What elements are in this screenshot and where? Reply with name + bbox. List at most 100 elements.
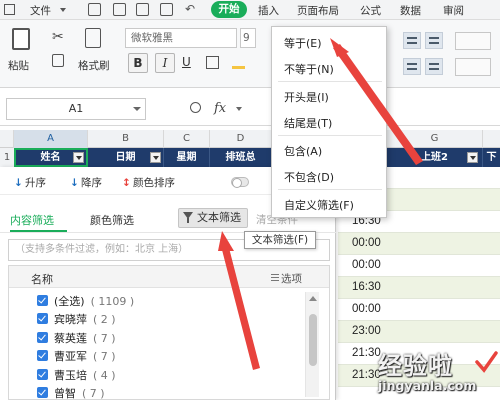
tab-page-layout[interactable]: 页面布局 [297,3,339,18]
menu-file[interactable]: 文件 [30,3,51,18]
checkbox-checked-icon[interactable] [37,387,48,398]
header-week-cell[interactable]: 星期 [164,148,210,167]
tab-formulas[interactable]: 公式 [360,3,381,18]
menu-item-not-equals[interactable]: 不等于(N) [284,61,334,77]
chevron-down-icon [133,107,141,111]
merge-icon[interactable] [455,32,491,50]
paste-icon[interactable] [12,28,30,50]
header-off-cell[interactable]: 下 [483,148,500,167]
checkbox-checked-icon[interactable] [37,332,48,343]
format-painter-icon[interactable] [85,28,101,48]
table-row[interactable]: 00:00 [338,255,500,277]
list-item[interactable]: 曹玉培 ( 4 ) [37,367,116,385]
filter-dropdown-button[interactable] [73,152,84,163]
menu-icon[interactable] [271,274,279,281]
text-filter-button[interactable]: 文本筛选 [178,208,248,228]
scrollbar[interactable] [305,292,319,397]
menu-item-begins-with[interactable]: 开头是(I) [284,89,329,105]
align-right-icon[interactable] [425,32,443,49]
header-schedule-cell[interactable]: 排班总 [210,148,272,167]
table-row[interactable]: 00:00 [338,233,500,255]
checkbox-checked-icon[interactable] [37,313,48,324]
tab-review[interactable]: 审阅 [443,3,464,18]
color-sort-button[interactable]: ↕ 颜色排序 [122,175,175,190]
font-size-select[interactable]: 9 [240,28,256,48]
chevron-down-icon [60,8,66,12]
list-item[interactable]: 曹亚军 ( 7 ) [37,348,116,366]
export-icon[interactable] [113,3,126,16]
tooltip: 文本筛选(F) [244,231,316,249]
preview-icon[interactable] [160,3,173,16]
column-header-c[interactable]: C [164,130,210,148]
header-shift2-label: 上班2 [421,152,448,163]
save-icon[interactable] [88,3,101,16]
list-item-count: ( 1109 ) [90,295,135,308]
tab-insert[interactable]: 插入 [258,3,279,18]
fx-button[interactable]: fx [214,101,226,116]
bold-button[interactable]: B [128,53,148,73]
menu-item-equals[interactable]: 等于(E) [284,35,322,51]
format-painter-button[interactable]: 格式刷 [78,58,110,73]
italic-button[interactable]: I [155,53,175,73]
select-all-corner[interactable] [0,130,14,148]
zoom-icon[interactable] [190,102,201,113]
print-icon[interactable] [136,3,149,16]
copy-icon[interactable] [52,54,64,67]
checkbox-checked-icon[interactable] [37,350,48,361]
wrap-icon[interactable] [455,58,491,76]
chevron-down-icon[interactable] [236,107,242,111]
list-item-count: ( 7 ) [93,332,116,345]
column-header-g[interactable]: G [387,130,483,148]
toggle-switch[interactable] [231,177,249,188]
header-name-cell[interactable]: 姓名 [14,148,88,167]
text-filter-label: 文本筛选 [197,211,241,224]
checkbox-checked-icon[interactable] [37,295,48,306]
fill-color-icon[interactable] [232,56,245,69]
tab-start[interactable]: 开始 [211,1,247,18]
font-name-select[interactable]: 微软雅黑 [125,28,237,48]
menu-item-custom-filter[interactable]: 自定义筛选(F) [284,197,354,213]
scroll-up-icon[interactable] [309,296,317,301]
tab-content-filter[interactable]: 内容筛选 [10,212,54,228]
name-box[interactable]: A1 [6,98,146,120]
list-item[interactable]: 蔡英莲 ( 7 ) [37,330,116,348]
list-item-count: ( 2 ) [93,313,116,326]
sort-ascending-button[interactable]: ↓ 升序 [14,175,46,190]
cut-icon[interactable]: ✂ [52,29,64,45]
column-header-b[interactable]: B [88,130,164,148]
distributed-icon[interactable] [425,58,443,75]
tab-data[interactable]: 数据 [400,3,421,18]
filter-dropdown-button[interactable] [150,152,161,163]
table-row[interactable]: 23:00 [338,321,500,343]
table-row[interactable]: 16:30 [338,277,500,299]
header-schedule-label: 排班总 [225,152,256,163]
menu-item-ends-with[interactable]: 结尾是(T) [284,115,332,131]
column-header-a[interactable]: A [14,130,88,148]
menu-item-not-contains[interactable]: 不包含(D) [284,169,334,185]
list-item-label: 曾智 [54,387,76,400]
list-item[interactable]: 曾智 ( 7 ) [37,385,105,400]
header-shift2-cell[interactable]: 上班2 [387,148,483,167]
menu-divider [278,81,382,82]
menu-item-contains[interactable]: 包含(A) [284,143,322,159]
scrollbar-thumb[interactable] [309,314,317,366]
header-date-cell[interactable]: 日期 [88,148,164,167]
filter-dropdown-button[interactable] [467,152,478,163]
menu-grid-icon[interactable] [4,4,15,15]
border-icon[interactable] [206,56,219,69]
tab-color-filter[interactable]: 颜色筛选 [90,212,134,228]
undo-icon[interactable]: ↶ [185,2,195,16]
align-center-icon[interactable] [403,32,421,49]
underline-icon[interactable]: U [182,55,191,69]
list-item[interactable]: 宾晓萍 ( 2 ) [37,311,116,329]
list-item[interactable]: (全选) ( 1109 ) [37,293,134,311]
row-number[interactable]: 1 [0,148,14,167]
options-button[interactable]: 选项 [281,271,302,286]
checkbox-checked-icon[interactable] [37,369,48,380]
justify-icon[interactable] [403,58,421,75]
sort-descending-button[interactable]: ↓ 降序 [70,175,102,190]
column-header-d[interactable]: D [210,130,272,148]
text-filter-menu: 等于(E) 不等于(N) 开头是(I) 结尾是(T) 包含(A) 不包含(D) … [271,26,387,218]
table-row[interactable]: 00:00 [338,299,500,321]
paste-button[interactable]: 粘贴 [8,58,29,73]
